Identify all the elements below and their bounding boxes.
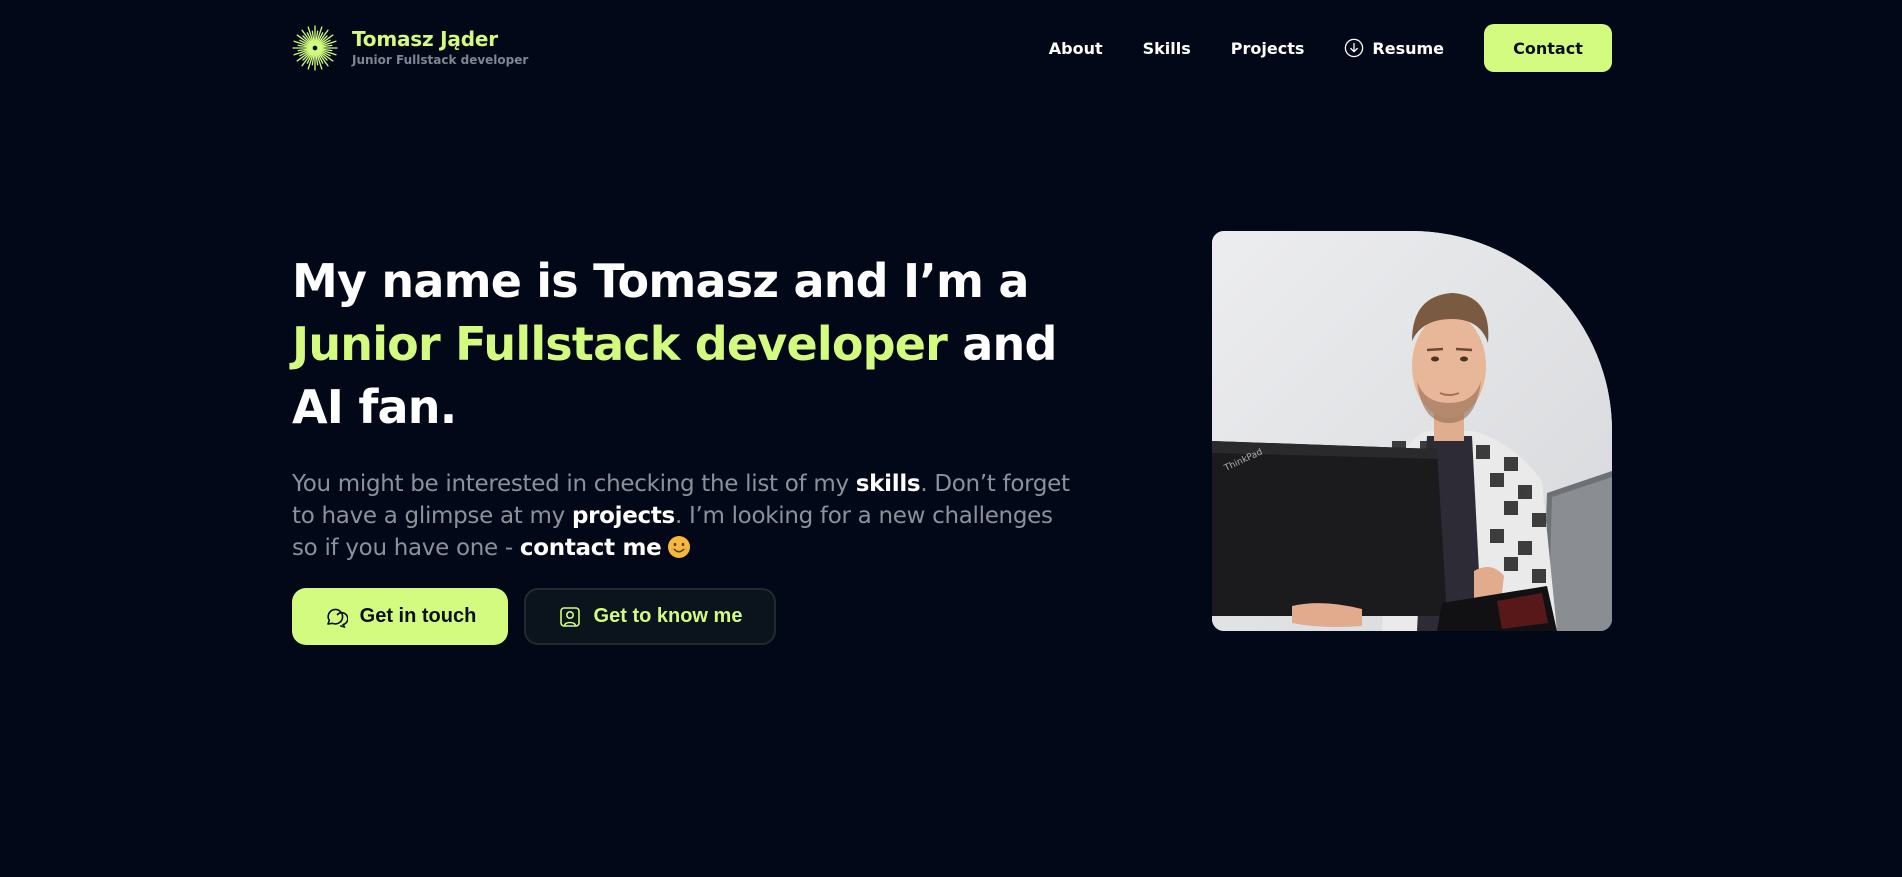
skills-link[interactable]: skills (856, 471, 921, 497)
brand-subtitle: Junior Fullstack developer (352, 53, 529, 67)
brand-text: Tomasz Jąder Junior Fullstack developer (352, 28, 528, 68)
site-header: Tomasz Jąder Junior Fullstack developer … (292, 24, 1612, 72)
brand-name: Tomasz Jąder (352, 27, 498, 51)
projects-link[interactable]: projects (572, 503, 675, 529)
user-square-icon (559, 606, 580, 627)
hero-title-part1: My name is Tomasz and I’m a (292, 254, 1029, 308)
sunburst-logo-icon (292, 25, 338, 71)
brand-link[interactable]: Tomasz Jąder Junior Fullstack developer (292, 25, 528, 71)
get-in-touch-button[interactable]: Get in touch (292, 588, 508, 645)
page: Tomasz Jąder Junior Fullstack developer … (0, 0, 1902, 877)
hero-title-accent: Junior Fullstack developer (292, 317, 948, 371)
get-to-know-me-label: Get to know me (593, 605, 743, 627)
smiling-face-emoji-icon (668, 536, 691, 558)
cta-buttons: Get in touch Get to know me (292, 588, 776, 645)
contact-me-link[interactable]: contact me (520, 535, 662, 561)
get-to-know-me-button[interactable]: Get to know me (524, 588, 776, 645)
get-in-touch-label: Get in touch (359, 605, 477, 627)
nav-skills[interactable]: Skills (1143, 39, 1191, 58)
nav-resume[interactable]: Resume (1344, 38, 1444, 58)
profile-photo-illustration: ThinkPad (1212, 231, 1612, 631)
nav-about[interactable]: About (1049, 39, 1103, 58)
main-nav: About Skills Projects Resume Contact (1049, 24, 1612, 72)
download-circle-icon (1345, 38, 1364, 58)
chat-bubble-icon (326, 608, 348, 628)
nav-projects[interactable]: Projects (1231, 39, 1305, 58)
nav-resume-label: Resume (1372, 38, 1444, 58)
contact-button[interactable]: Contact (1484, 24, 1612, 72)
desc-part1: You might be interested in checking the … (292, 471, 856, 497)
hero-title: My name is Tomasz and I’m a Junior Fulls… (292, 250, 1092, 439)
hero-description: You might be interested in checking the … (292, 468, 1082, 564)
profile-photo: ThinkPad (1212, 231, 1612, 631)
